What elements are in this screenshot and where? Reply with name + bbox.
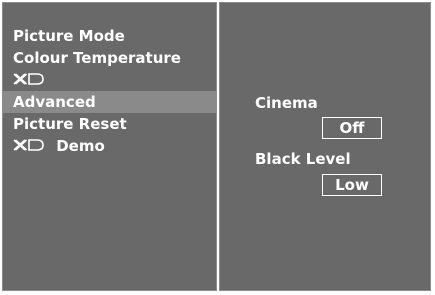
black-level-label: Black Level xyxy=(255,150,351,168)
menu-item-label: Colour Temperature xyxy=(13,49,181,67)
menu-item-label: Advanced xyxy=(13,93,96,111)
advanced-submenu-panel: Cinema Off Black Level Low xyxy=(219,2,431,291)
menu-item-label: Picture Reset xyxy=(13,115,127,133)
menu-item-label: Picture Mode xyxy=(13,27,125,45)
menu-item-xd-demo[interactable]: Demo xyxy=(3,135,216,157)
menu-item-picture-reset[interactable]: Picture Reset xyxy=(3,113,216,135)
black-level-value-box[interactable]: Low xyxy=(322,174,382,196)
xd-logo-icon xyxy=(13,136,45,158)
picture-menu-panel: Picture Mode Colour Temperature Advanced… xyxy=(2,2,217,291)
menu-item-colour-temperature[interactable]: Colour Temperature xyxy=(3,47,216,69)
cinema-label: Cinema xyxy=(255,94,318,112)
menu-item-xd[interactable] xyxy=(3,69,216,91)
cinema-value-box[interactable]: Off xyxy=(322,117,382,139)
osd-picture-menu: Picture Mode Colour Temperature Advanced… xyxy=(2,2,431,291)
menu-item-label: Demo xyxy=(56,137,105,155)
menu-item-advanced[interactable]: Advanced xyxy=(3,91,216,113)
xd-logo-icon xyxy=(13,70,45,92)
menu-item-picture-mode[interactable]: Picture Mode xyxy=(3,25,216,47)
